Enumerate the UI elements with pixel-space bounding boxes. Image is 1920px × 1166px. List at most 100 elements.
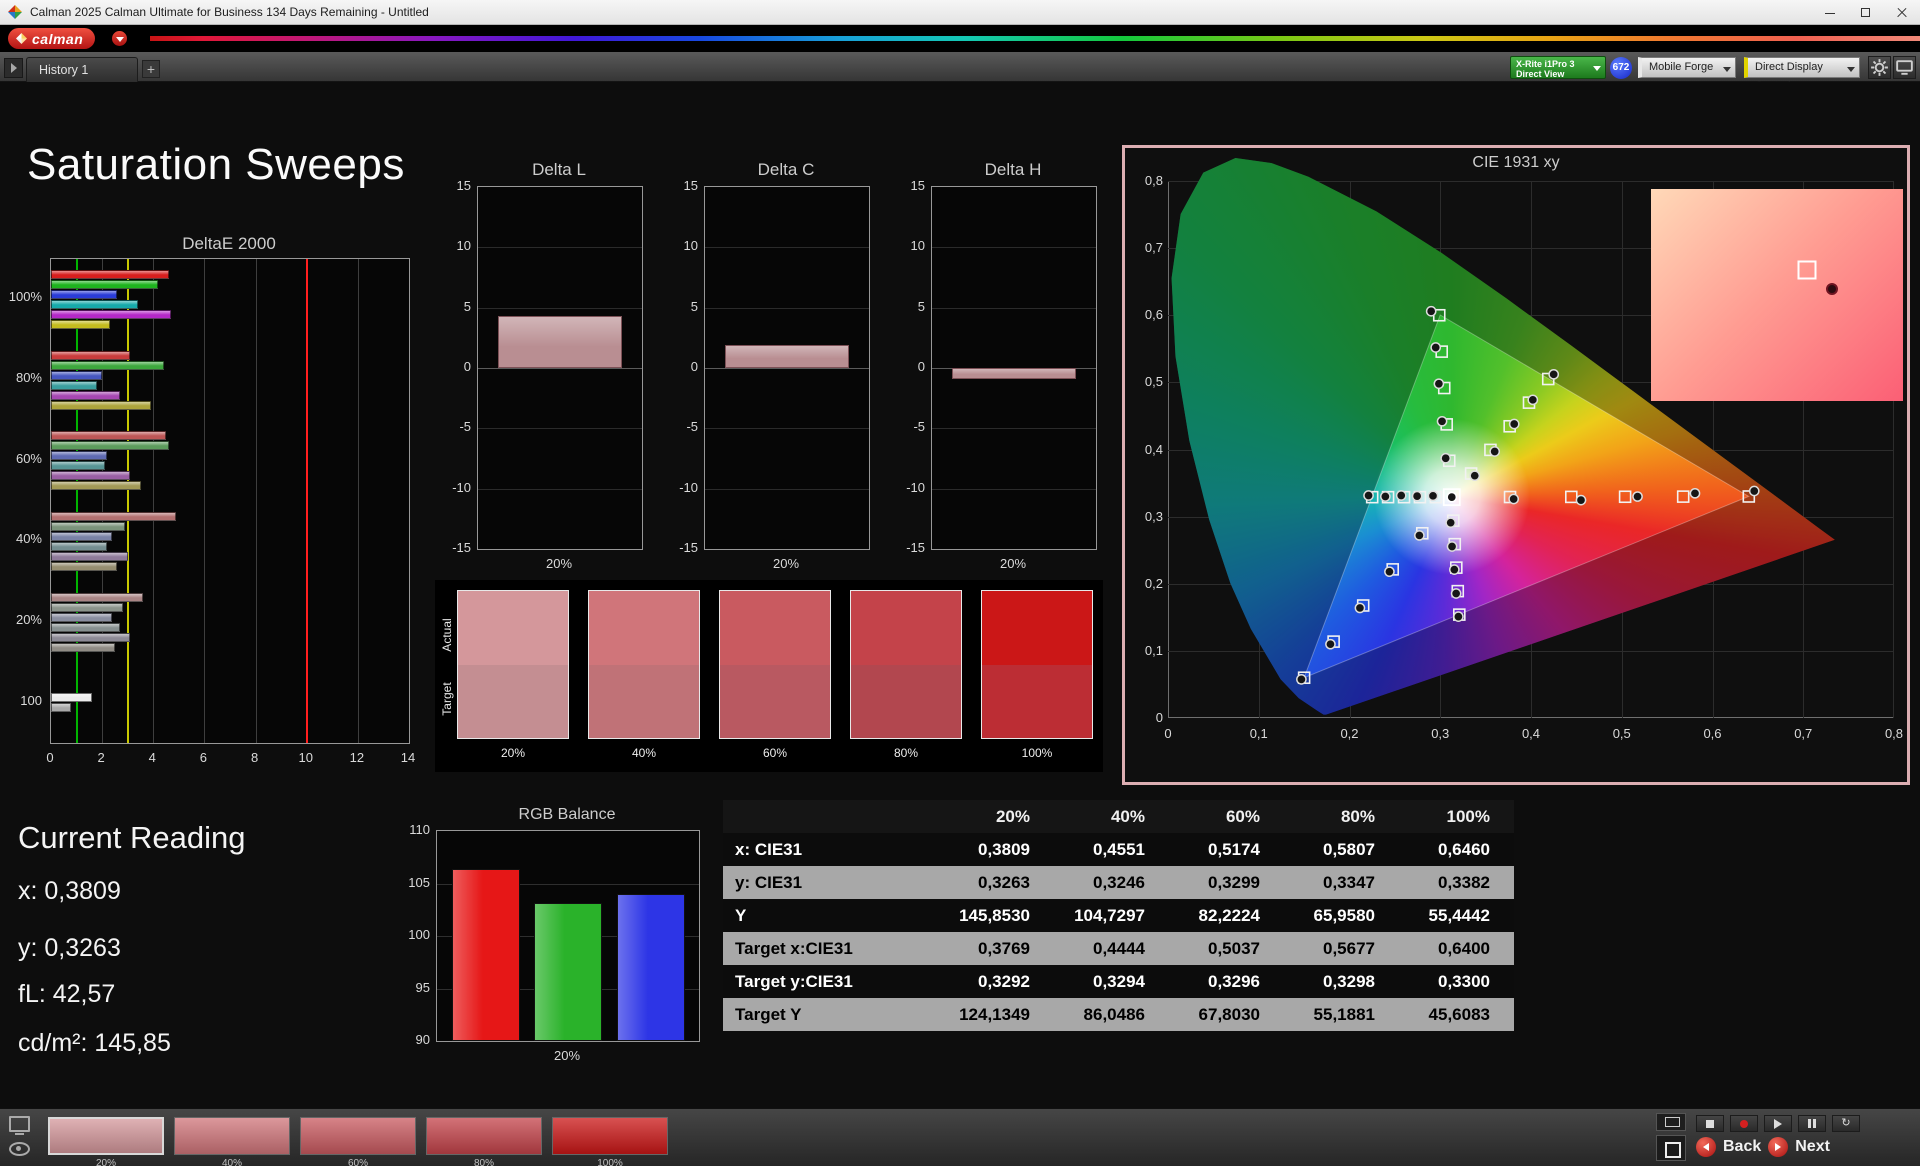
swatch-target bbox=[589, 665, 699, 739]
table-cell: 65,9580 bbox=[1284, 899, 1399, 932]
tab-history-1[interactable]: History 1 bbox=[26, 57, 138, 82]
pattern-window-button[interactable] bbox=[1656, 1135, 1686, 1161]
deltae2000-title: DeltaE 2000 bbox=[50, 234, 408, 254]
deltaC-bar bbox=[725, 345, 850, 368]
rgb-bar-red bbox=[452, 869, 520, 1041]
chevron-down-icon bbox=[1723, 67, 1731, 72]
next-icon[interactable] bbox=[1768, 1137, 1788, 1157]
meter-line2: Direct View bbox=[1511, 69, 1605, 79]
pattern-bar-icons bbox=[9, 1116, 33, 1160]
chevron-down-icon bbox=[1593, 66, 1601, 71]
table-col-header: 20% bbox=[939, 800, 1054, 833]
eye-icon[interactable] bbox=[9, 1142, 30, 1156]
gridline bbox=[478, 428, 642, 429]
settings-gear-icon[interactable] bbox=[1868, 56, 1891, 79]
pause-button[interactable] bbox=[1798, 1115, 1826, 1132]
swatch-actual bbox=[720, 591, 830, 665]
table-cell: 0,3292 bbox=[939, 965, 1054, 998]
pattern-thumb-40%[interactable] bbox=[174, 1117, 290, 1155]
page-title: Saturation Sweeps bbox=[27, 140, 405, 190]
triangle-right-icon bbox=[1775, 1143, 1781, 1151]
cie-y-tick: 0,3 bbox=[1129, 509, 1163, 525]
table-row: y: CIE310,32630,32460,32990,33470,3382 bbox=[723, 866, 1514, 899]
deltae-bar bbox=[51, 401, 151, 410]
meter-device-button[interactable]: X-Rite i1Pro 3 Direct View bbox=[1510, 56, 1606, 79]
gridline bbox=[705, 368, 869, 369]
add-tab-button[interactable]: + bbox=[142, 60, 160, 78]
white-square-icon bbox=[1665, 1142, 1681, 1158]
pattern-thumb-80%[interactable] bbox=[426, 1117, 542, 1155]
collapse-panel-button[interactable] bbox=[4, 58, 23, 78]
titlebar: Calman 2025 Calman Ultimate for Business… bbox=[0, 0, 1920, 25]
loop-button[interactable]: ↻ bbox=[1832, 1115, 1860, 1132]
delta-l-title: Delta L bbox=[477, 160, 641, 180]
deltae-bar bbox=[51, 431, 166, 440]
pattern-thumb-20%[interactable] bbox=[48, 1117, 164, 1155]
monitor-icon bbox=[1665, 1117, 1680, 1127]
gridline bbox=[256, 259, 257, 743]
deltae-bar bbox=[51, 481, 141, 490]
swatch-label: 80% bbox=[850, 746, 962, 760]
display-settings-icon[interactable] bbox=[1893, 56, 1916, 79]
swatch-cell bbox=[719, 590, 831, 739]
stop-button[interactable] bbox=[1696, 1115, 1724, 1132]
table-cell: 0,6460 bbox=[1399, 833, 1514, 866]
delta-h-chart: Delta H 151050-5-10-1520% bbox=[889, 160, 1101, 585]
rgb-x-label: 20% bbox=[436, 1048, 698, 1064]
logo-menu-button[interactable] bbox=[112, 31, 127, 46]
navigation-buttons: Back Next bbox=[1696, 1137, 1830, 1157]
table-col-header: 100% bbox=[1399, 800, 1514, 833]
back-button[interactable]: Back bbox=[1723, 1138, 1761, 1156]
gridline bbox=[478, 247, 642, 248]
deltae2000-chart: DeltaE 2000 02468101214100%80%60%40%20%1… bbox=[0, 234, 430, 799]
rgb-balance-title: RGB Balance bbox=[436, 806, 698, 824]
meter-status-badge[interactable]: 672 bbox=[1610, 57, 1632, 79]
calman-logo[interactable]: calman bbox=[8, 28, 95, 49]
delta-h-title: Delta H bbox=[931, 160, 1095, 180]
next-button[interactable]: Next bbox=[1795, 1138, 1830, 1156]
pattern-source-dropdown[interactable]: Mobile Forge bbox=[1638, 57, 1736, 78]
cie-x-tick: 0 bbox=[1150, 726, 1186, 742]
table-cell: 0,3769 bbox=[939, 932, 1054, 965]
table-cell: 0,5807 bbox=[1284, 833, 1399, 866]
measurement-table: 20%40%60%80%100%x: CIE310,38090,45510,51… bbox=[723, 800, 1514, 1031]
rgb-y-tick: 110 bbox=[386, 822, 430, 838]
cie-x-tick: 0,7 bbox=[1785, 726, 1821, 742]
minimize-button[interactable] bbox=[1812, 0, 1848, 25]
deltae-bar bbox=[51, 593, 143, 602]
display-icon[interactable] bbox=[9, 1116, 30, 1132]
table-col-header: 80% bbox=[1284, 800, 1399, 833]
record-button[interactable] bbox=[1730, 1115, 1758, 1132]
deltaL-y-tick: -15 bbox=[435, 540, 471, 556]
rgb-y-tick: 90 bbox=[386, 1032, 430, 1048]
table-cell: 0,5037 bbox=[1169, 932, 1284, 965]
deltae2000-plot bbox=[50, 258, 410, 744]
app-icon bbox=[8, 5, 22, 19]
pattern-thumb-60%[interactable] bbox=[300, 1117, 416, 1155]
deltae-bar bbox=[51, 461, 105, 470]
table-row: Target y:CIE310,32920,32940,32960,32980,… bbox=[723, 965, 1514, 998]
deltaC-y-tick: -10 bbox=[662, 480, 698, 496]
meter-line1: X-Rite i1Pro 3 bbox=[1511, 59, 1605, 69]
gridline bbox=[478, 368, 642, 369]
deltaL-y-tick: 0 bbox=[435, 359, 471, 375]
deltae-x-tick: 8 bbox=[240, 750, 270, 766]
play-button[interactable] bbox=[1764, 1115, 1792, 1132]
deltae-bar bbox=[51, 381, 97, 390]
table-cell: 0,3246 bbox=[1054, 866, 1169, 899]
pattern-source-label: Mobile Forge bbox=[1649, 61, 1713, 73]
maximize-button[interactable] bbox=[1848, 0, 1884, 25]
deltaH-x-label: 20% bbox=[931, 556, 1095, 572]
close-button[interactable] bbox=[1884, 0, 1920, 25]
deltae-bar bbox=[51, 451, 107, 460]
pattern-thumb-100%[interactable] bbox=[552, 1117, 668, 1155]
table-cell: 0,3294 bbox=[1054, 965, 1169, 998]
display-control-dropdown[interactable]: Direct Display Control bbox=[1744, 57, 1860, 78]
deltae-bar bbox=[51, 280, 158, 289]
target-row-label: Target bbox=[440, 669, 454, 729]
actual-row-label: Actual bbox=[440, 605, 454, 665]
table-cell: 0,6400 bbox=[1399, 932, 1514, 965]
deltaL-y-tick: 15 bbox=[435, 178, 471, 194]
pattern-display-button[interactable] bbox=[1656, 1113, 1686, 1131]
back-icon[interactable] bbox=[1696, 1137, 1716, 1157]
